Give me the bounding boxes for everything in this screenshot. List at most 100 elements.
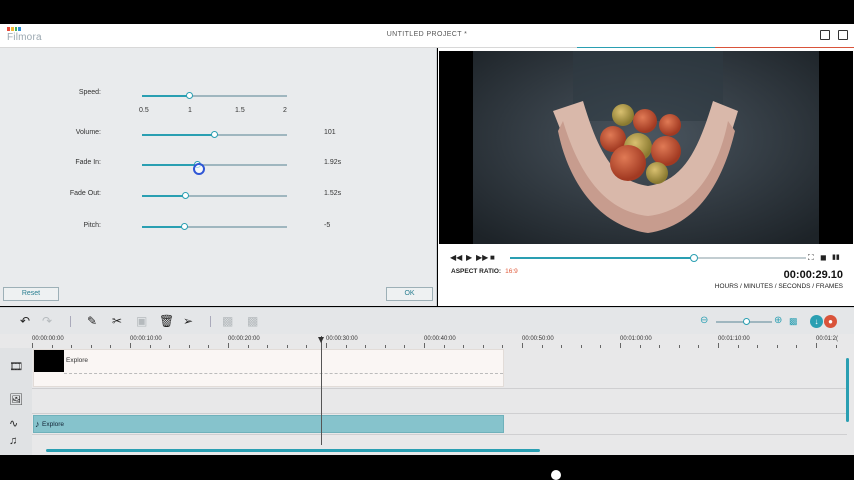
speed-tick-3: 2 bbox=[283, 107, 287, 114]
ruler-time-label: 00:00:00:00 bbox=[32, 336, 64, 342]
volume-slider-knob[interactable] bbox=[211, 131, 218, 138]
ruler-tick bbox=[757, 345, 759, 348]
preview-panel: ◀◀ ▶ ▶▶ ■ ⛶ ◼ ▮▮ ASPECT RATIO: 16:9 00:00… bbox=[438, 48, 854, 306]
ruler-tick bbox=[502, 345, 504, 348]
ruler-tick bbox=[110, 345, 112, 348]
fade-in-slider-fill bbox=[142, 164, 198, 166]
player-progress-dot bbox=[551, 470, 561, 480]
video-clip-thumbnail bbox=[34, 350, 64, 372]
pitch-slider[interactable] bbox=[142, 223, 287, 230]
timeline-ruler[interactable]: 00:00:00:00 00:00:10:00 00:00:20:00 00:00:3… bbox=[32, 334, 850, 348]
volume-level-icon[interactable]: ▮▮ bbox=[832, 253, 840, 261]
detach-audio-icon[interactable]: ▩ bbox=[247, 314, 258, 328]
save-icon[interactable] bbox=[820, 30, 830, 40]
delete-icon[interactable]: 🗑 bbox=[159, 314, 174, 328]
snapshot-icon[interactable]: ◼ bbox=[820, 253, 827, 262]
voiceover-icon[interactable]: ▩ bbox=[222, 314, 233, 328]
pitch-slider-knob[interactable] bbox=[180, 223, 188, 230]
playback-progress-bar[interactable] bbox=[510, 254, 806, 262]
ruler-tick bbox=[404, 345, 406, 348]
timecode: 00:00:29.10 bbox=[783, 269, 843, 281]
title-bar: Filmora UNTITLED PROJECT * bbox=[0, 24, 854, 48]
fade-out-slider-knob[interactable] bbox=[182, 192, 189, 199]
redo-icon[interactable]: ↷ bbox=[42, 314, 52, 328]
stop-icon[interactable]: ■ bbox=[490, 253, 495, 262]
play-icon[interactable]: ▶ bbox=[466, 253, 472, 262]
music-note-icon: ♪ bbox=[35, 419, 40, 429]
ruler-tick bbox=[424, 343, 425, 348]
ruler-tick bbox=[306, 345, 308, 348]
playhead-handle[interactable] bbox=[318, 337, 324, 343]
rewind-icon[interactable]: ◀◀ bbox=[450, 253, 462, 262]
speed-slider-knob[interactable] bbox=[186, 92, 194, 99]
aspect-ratio-value[interactable]: 16:9 bbox=[505, 268, 518, 275]
ruler-time-label: 00:00:30:00 bbox=[326, 336, 358, 342]
ruler-tick bbox=[443, 345, 445, 348]
speed-slider[interactable] bbox=[142, 92, 287, 99]
ruler-tick bbox=[228, 343, 229, 348]
playback-progress-fill bbox=[510, 257, 694, 259]
video-clip-name: Explore bbox=[66, 357, 89, 364]
fade-out-label: Fade Out: bbox=[69, 190, 101, 197]
timeline-horizontal-scrollbar[interactable] bbox=[46, 449, 540, 452]
fade-out-slider-fill bbox=[142, 195, 186, 197]
edit-pencil-icon[interactable]: ✎ bbox=[87, 314, 97, 328]
video-frame-image bbox=[473, 51, 819, 244]
ok-button[interactable]: OK bbox=[386, 287, 433, 301]
zoom-in-icon[interactable]: ⊕ bbox=[774, 315, 782, 326]
fade-in-value: 1.92s bbox=[324, 159, 342, 166]
ruler-tick bbox=[698, 345, 700, 348]
music-track-icon: ♫ bbox=[9, 435, 18, 447]
export-circle-icon[interactable]: ↓ bbox=[810, 315, 823, 328]
track-headers: 🎞 🖼 ∿ ♫ bbox=[0, 348, 32, 455]
ruler-tick bbox=[580, 345, 582, 348]
ruler-time-label: 00:00:20:00 bbox=[228, 336, 260, 342]
video-clip[interactable]: Explore bbox=[33, 349, 504, 387]
audio-edit-icon[interactable]: ➢ bbox=[183, 314, 193, 328]
undo-icon[interactable]: ↶ bbox=[20, 314, 30, 328]
ruler-tick bbox=[718, 343, 719, 348]
ruler-tick bbox=[678, 345, 680, 348]
fade-in-slider[interactable] bbox=[142, 161, 287, 168]
fit-timeline-icon[interactable]: ▩ bbox=[789, 316, 798, 327]
timeline-vertical-scrollbar[interactable] bbox=[846, 358, 849, 422]
ruler-tick bbox=[482, 345, 484, 348]
audio-clip-name: Explore bbox=[42, 421, 65, 428]
ruler-tick bbox=[169, 345, 171, 348]
ruler-tick bbox=[522, 343, 523, 348]
image-track-icon: 🖼 bbox=[9, 394, 23, 406]
audio-clip[interactable]: ♪ Explore bbox=[33, 415, 504, 433]
ruler-tick bbox=[796, 345, 798, 348]
ruler-time-label: 00:01:2( bbox=[816, 336, 839, 342]
volume-slider-fill bbox=[142, 134, 215, 136]
video-clip-audio-line bbox=[64, 373, 503, 374]
fullscreen-icon[interactable]: ⛶ bbox=[808, 253, 814, 263]
record-circle-icon[interactable]: ● bbox=[824, 315, 837, 328]
timeline-zoom-knob[interactable] bbox=[742, 318, 750, 325]
ruler-tick bbox=[463, 345, 465, 348]
timeline-zoom-slider[interactable] bbox=[716, 318, 772, 325]
aspect-ratio-label: ASPECT RATIO: bbox=[451, 268, 502, 275]
ruler-tick bbox=[130, 343, 131, 348]
crop-icon[interactable]: ▣ bbox=[136, 314, 147, 328]
volume-value: 101 bbox=[324, 129, 336, 136]
ruler-time-label: 00:00:40:00 bbox=[424, 336, 456, 342]
playhead-line[interactable] bbox=[321, 336, 322, 445]
export-icon[interactable] bbox=[838, 30, 848, 40]
fade-out-slider[interactable] bbox=[142, 192, 287, 199]
toolbar-divider bbox=[210, 316, 211, 327]
playback-scrubber[interactable] bbox=[690, 254, 698, 262]
reset-button[interactable]: Reset bbox=[3, 287, 59, 301]
zoom-out-icon[interactable]: ⊖ bbox=[700, 315, 708, 326]
ruler-tick bbox=[541, 345, 543, 348]
ruler-time-label: 00:01:00:00 bbox=[620, 336, 652, 342]
video-letterbox-bottom bbox=[0, 455, 854, 475]
fade-out-value: 1.52s bbox=[324, 190, 342, 197]
split-scissors-icon[interactable]: ✂ bbox=[112, 314, 122, 328]
volume-slider[interactable] bbox=[142, 131, 287, 138]
audio-edit-panel: Speed: 0.5 1 1.5 2 Volume: 101 Fade In: … bbox=[0, 48, 437, 306]
pitch-label: Pitch: bbox=[83, 222, 101, 229]
playback-controls: ◀◀ ▶ ▶▶ ■ ⛶ ◼ ▮▮ bbox=[450, 252, 842, 264]
ruler-tick bbox=[816, 343, 817, 348]
fast-forward-icon[interactable]: ▶▶ bbox=[476, 253, 488, 262]
